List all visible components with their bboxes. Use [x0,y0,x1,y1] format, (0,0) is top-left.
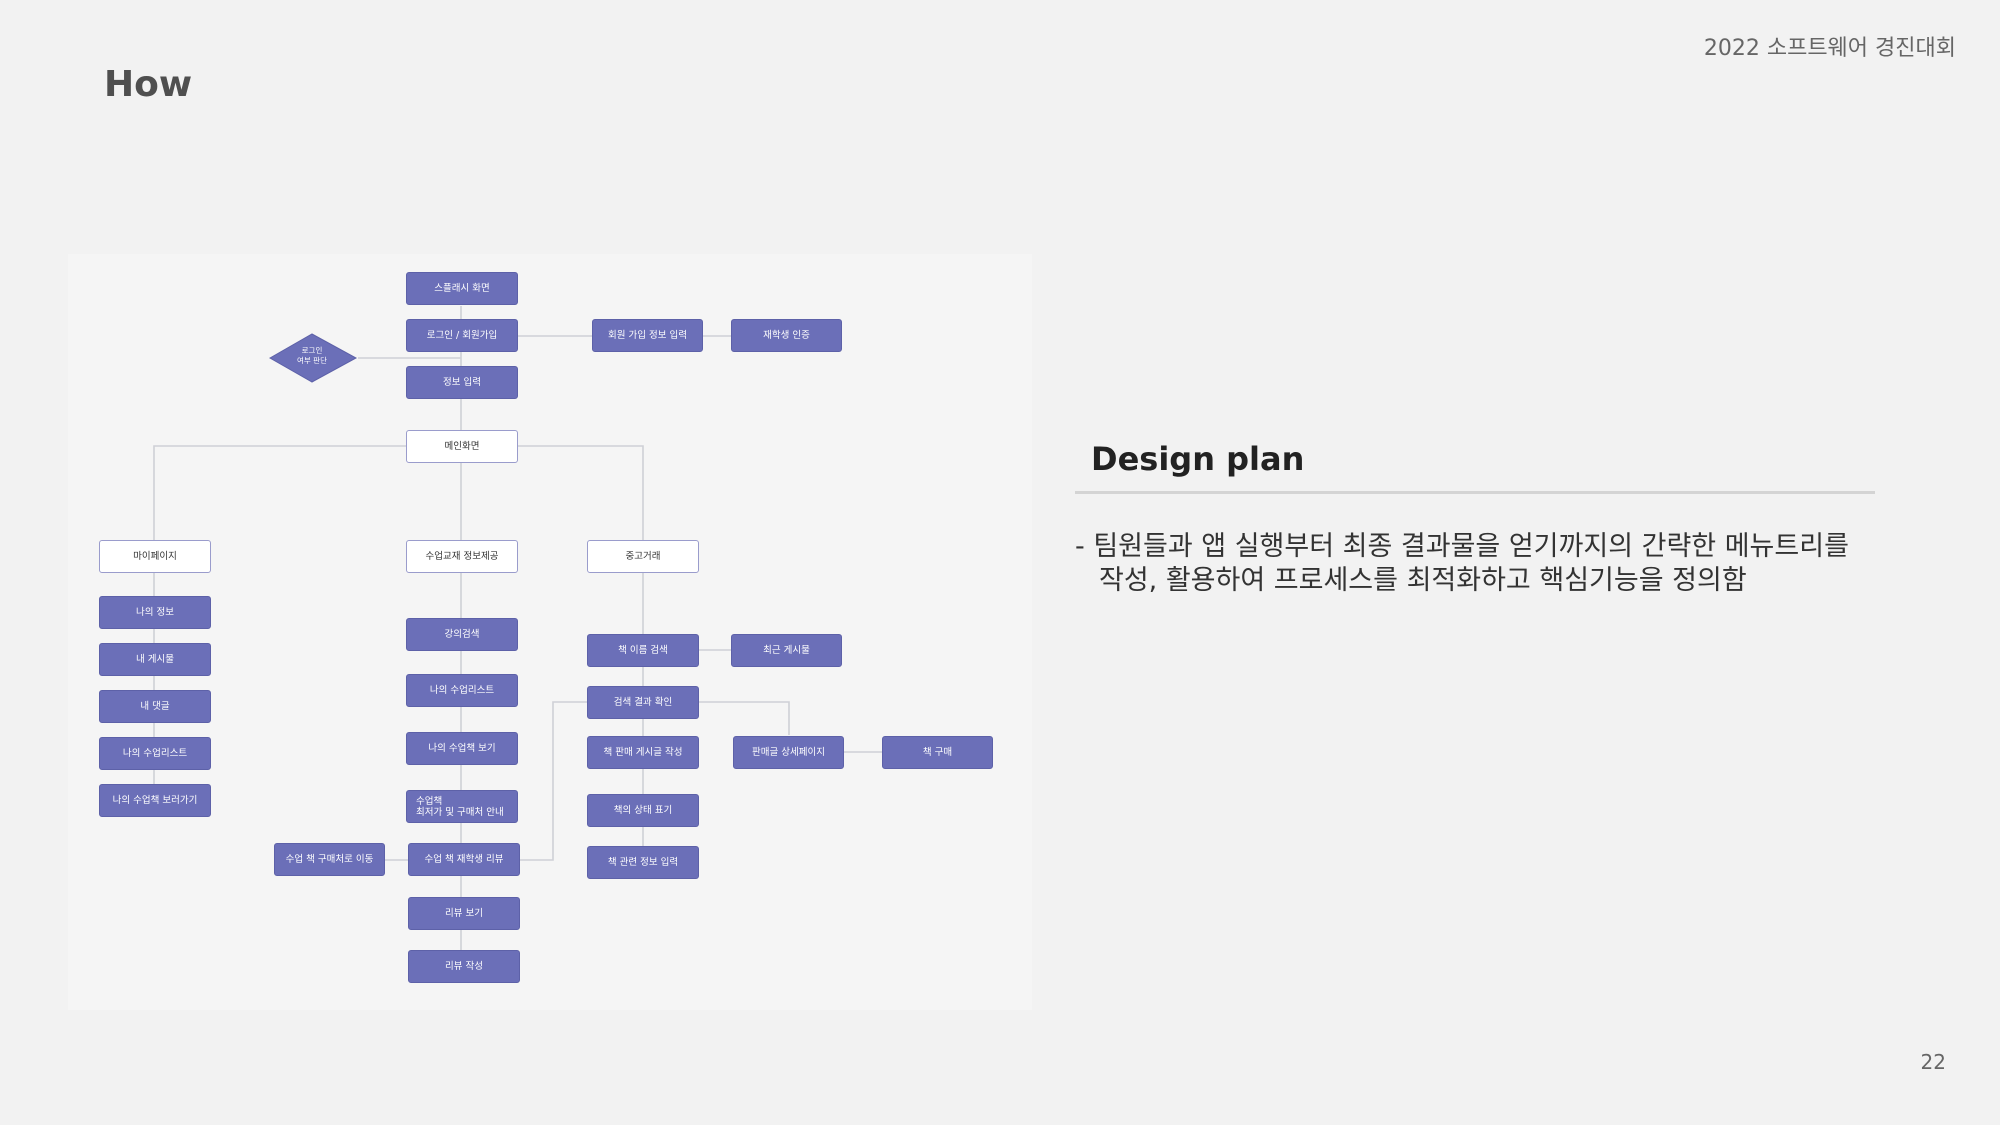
node-student-verify: 재학생 인증 [731,319,842,352]
node-my-class-list-mypage: 나의 수업리스트 [99,737,211,770]
node-my-class-books-view: 나의 수업책 보기 [406,732,518,765]
page-number: 22 [1920,1050,1946,1074]
login-check-diamond-label: 로그인 여부 판단 [282,346,342,366]
design-plan-description: - 팀원들과 앱 실행부터 최종 결과물을 얻기까지의 간략한 메뉴트리를 작성… [1075,530,1975,598]
lowest-price-line2: 최저가 및 구매처 안내 [416,806,504,818]
node-review-view: 리뷰 보기 [408,897,520,930]
node-recent-posts: 최근 게시물 [731,634,842,667]
node-lowest-price: 수업책 최저가 및 구매처 안내 [406,790,518,823]
node-sale-post-write: 책 판매 게시글 작성 [587,736,699,769]
node-my-comments: 내 댓글 [99,690,211,723]
node-signup-info: 회원 가입 정보 입력 [592,319,703,352]
node-login: 로그인 / 회원가입 [406,319,518,352]
login-check-line1: 로그인 [301,346,323,355]
node-my-class-list: 나의 수업리스트 [406,674,518,707]
node-book-purchase: 책 구매 [882,736,993,769]
design-plan-line2: 작성, 활용하여 프로세스를 최적화하고 핵심기능을 정의함 [1099,565,1747,596]
node-my-class-books-go: 나의 수업책 보러가기 [99,784,211,817]
node-lecture-search: 강의검색 [406,618,518,651]
node-sale-detail-page: 판매글 상세페이지 [733,736,844,769]
login-check-line2: 여부 판단 [297,356,327,365]
design-plan-heading: Design plan [1091,440,1305,478]
node-info-input: 정보 입력 [406,366,518,399]
node-book-condition: 책의 상태 표기 [587,794,699,827]
node-review-write: 리뷰 작성 [408,950,520,983]
node-main: 메인화면 [406,430,518,463]
node-my-posts: 내 게시물 [99,643,211,676]
node-used-trade: 중고거래 [587,540,699,573]
node-splash: 스플래시 화면 [406,272,518,305]
design-plan-line1: - 팀원들과 앱 실행부터 최종 결과물을 얻기까지의 간략한 메뉴트리를 [1075,531,1849,562]
node-move-to-store: 수업 책 구매처로 이동 [274,843,385,876]
node-search-result: 검색 결과 확인 [587,686,699,719]
node-class-book-review: 수업 책 재학생 리뷰 [408,843,520,876]
lowest-price-line1: 수업책 [416,795,443,807]
node-mypage: 마이페이지 [99,540,211,573]
design-plan-divider [1075,491,1875,494]
node-class-info: 수업교재 정보제공 [406,540,518,573]
node-book-search: 책 이름 검색 [587,634,699,667]
node-book-info-input: 책 관련 정보 입력 [587,846,699,879]
node-my-info: 나의 정보 [99,596,211,629]
